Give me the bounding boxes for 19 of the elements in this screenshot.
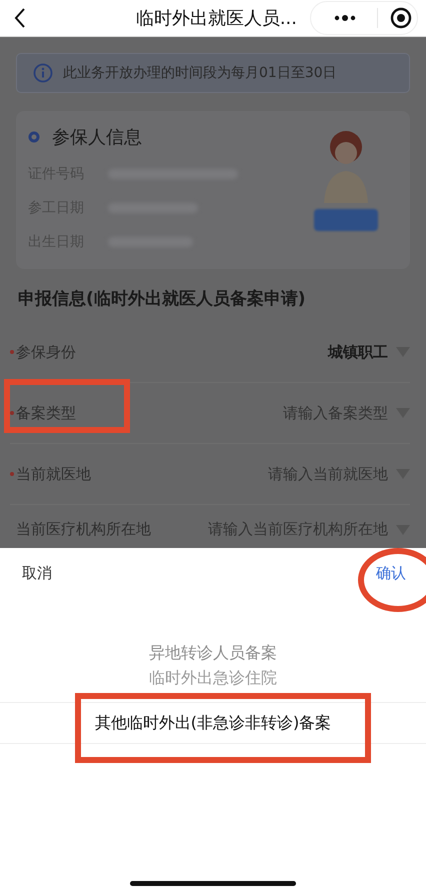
info-icon	[33, 63, 53, 83]
field-label: 当前医疗机构所在地	[16, 520, 151, 539]
back-icon[interactable]	[14, 8, 26, 28]
picker-option[interactable]: 异地转诊人员备案	[149, 643, 277, 662]
section-title: 申报信息(临时外出就医人员备案申请)	[18, 288, 307, 310]
field-label: 备案类型	[16, 404, 76, 422]
more-icon[interactable]	[333, 14, 357, 22]
picker-option[interactable]: 临时外出急诊住院	[149, 668, 277, 687]
picker-option[interactable]: 其他临时外出(非急诊非转诊)备案	[94, 713, 332, 732]
target-icon[interactable]	[390, 7, 412, 29]
page-title: 临时外出就医人员...	[134, 7, 297, 30]
card-title: 参保人信息	[52, 126, 142, 149]
ring-icon	[28, 131, 40, 143]
field-label: 当前就医地	[16, 464, 91, 484]
select-value[interactable]: 城镇职工	[328, 342, 388, 362]
cancel-button[interactable]: 取消	[22, 560, 52, 586]
notice-text: 此业务开放办理的时间段为每月01日至30日	[63, 64, 337, 82]
confirm-button[interactable]: 确认	[376, 560, 406, 586]
field-label: 参保身份	[16, 342, 76, 362]
